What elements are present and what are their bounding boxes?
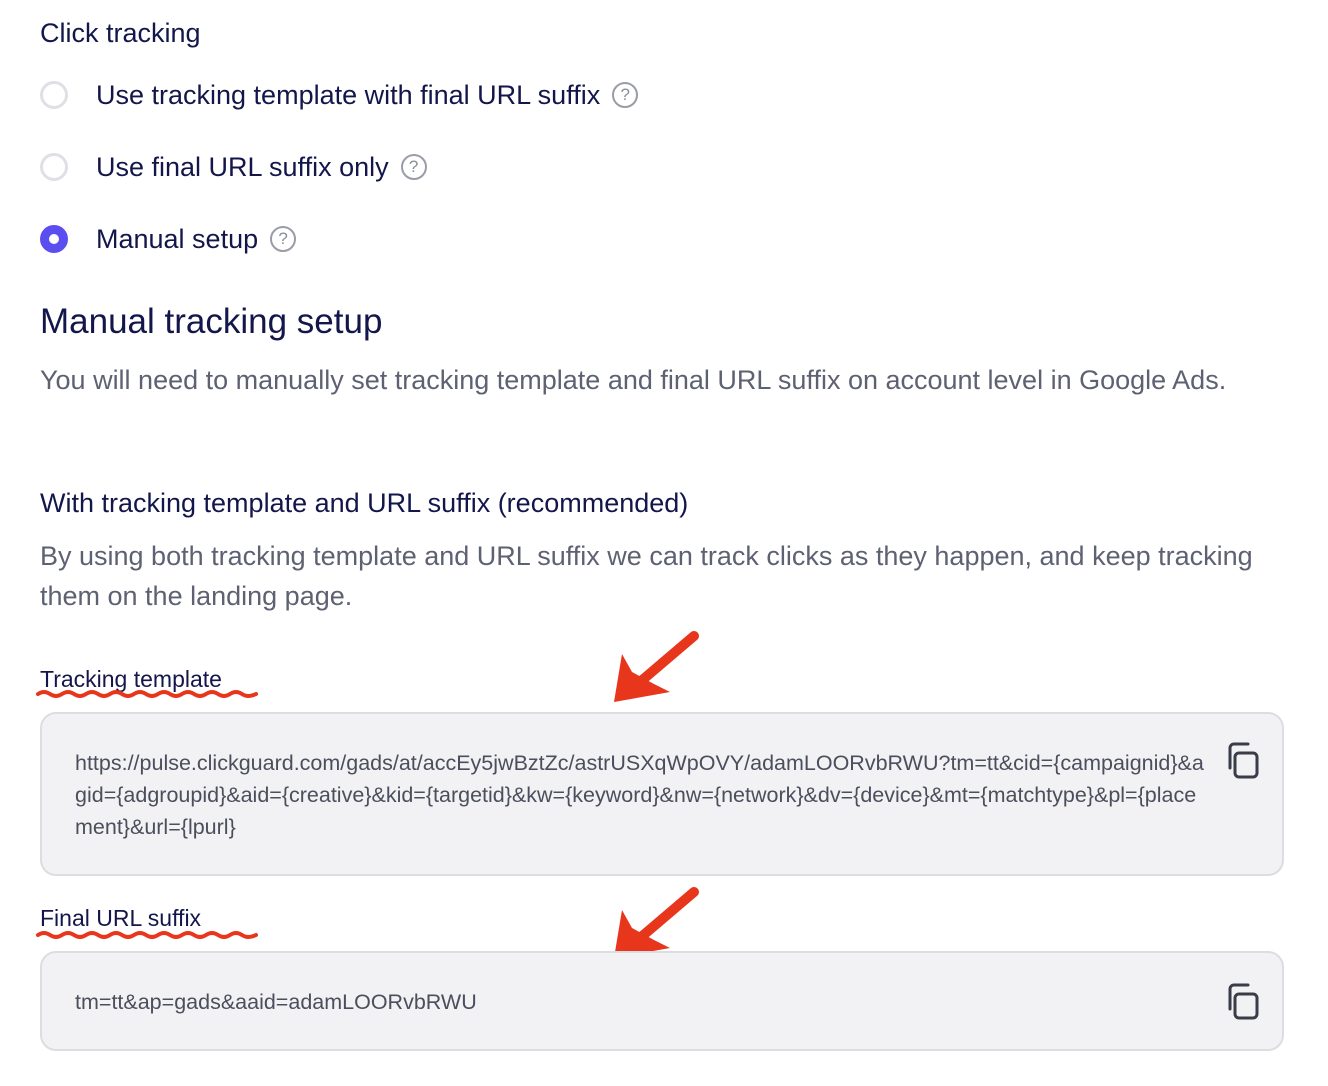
radio-option-template-with-suffix[interactable]: Use tracking template with final URL suf… (40, 75, 639, 115)
final-url-suffix-label: Final URL suffix (40, 905, 202, 931)
radio-button[interactable] (40, 81, 68, 109)
recommended-description: By using both tracking template and URL … (40, 541, 1253, 611)
radio-label: Manual setup (96, 223, 259, 254)
radio-button-selected[interactable] (40, 225, 68, 253)
radio-label: Use final URL suffix only (96, 151, 389, 182)
annotation-underline (36, 931, 258, 939)
radio-option-suffix-only[interactable]: Use final URL suffix only ? (40, 147, 427, 187)
tracking-template-value[interactable]: https://pulse.clickguard.com/gads/at/acc… (75, 747, 1205, 843)
manual-setup-description: You will need to manually set tracking t… (40, 365, 1227, 395)
radio-button[interactable] (40, 153, 68, 181)
recommended-title: With tracking template and URL suffix (r… (40, 488, 689, 518)
annotation-underline (36, 690, 258, 698)
manual-setup-title: Manual tracking setup (40, 302, 383, 341)
final-url-suffix-value[interactable]: tm=tt&ap=gads&aaid=adamLOORvbRWU (75, 986, 1175, 1018)
tracking-template-field[interactable]: https://pulse.clickguard.com/gads/at/acc… (40, 712, 1284, 876)
help-icon[interactable]: ? (400, 154, 427, 180)
radio-option-manual-setup[interactable]: Manual setup ? (40, 219, 297, 259)
help-icon[interactable]: ? (270, 226, 297, 252)
final-url-suffix-field[interactable]: tm=tt&ap=gads&aaid=adamLOORvbRWU (40, 951, 1284, 1051)
help-icon[interactable]: ? (612, 82, 639, 108)
copy-icon[interactable] (1222, 981, 1262, 1021)
click-tracking-title: Click tracking (40, 18, 201, 48)
annotation-arrow-icon (614, 631, 699, 702)
copy-icon[interactable] (1222, 740, 1262, 780)
radio-label: Use tracking template with final URL suf… (96, 79, 601, 110)
